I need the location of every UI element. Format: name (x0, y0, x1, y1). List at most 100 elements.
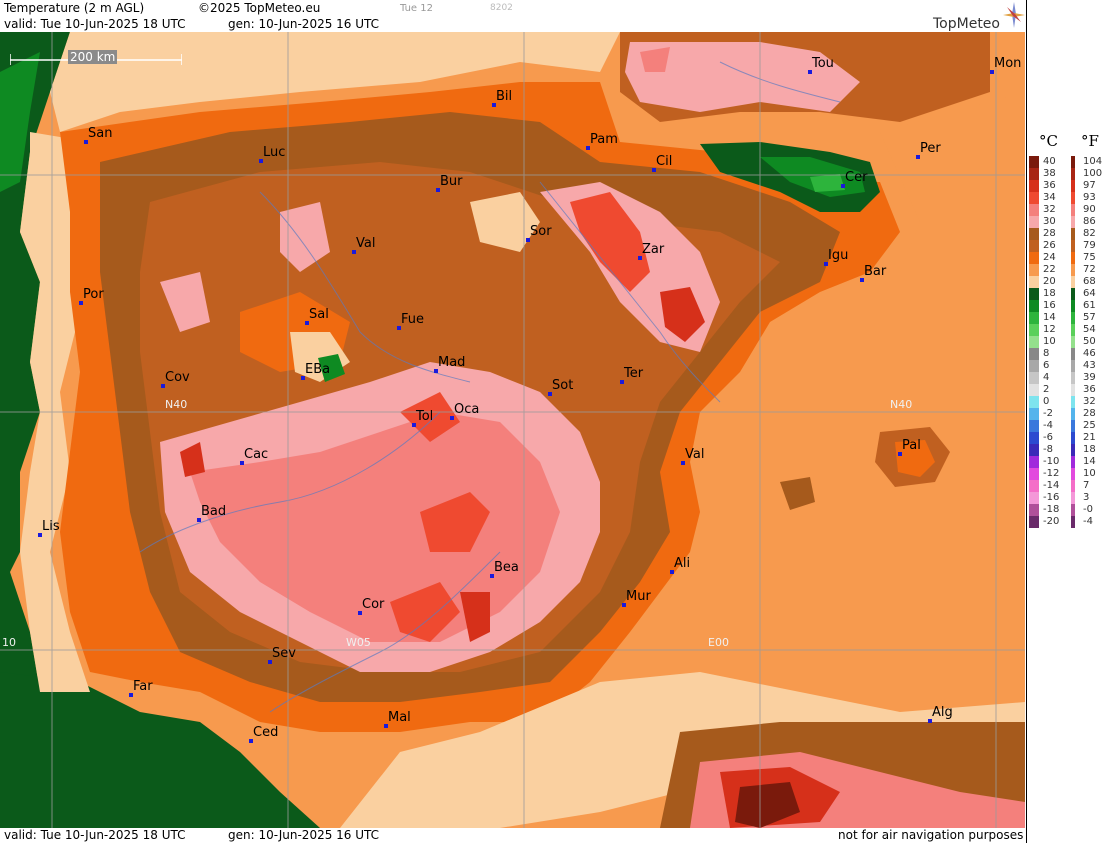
city-label[interactable]: Cov (165, 370, 190, 385)
legend-row: -14 7 (1027, 480, 1117, 492)
legend-swatch-fahrenheit (1071, 288, 1075, 300)
legend-swatch-fahrenheit (1071, 156, 1075, 168)
legend-swatch-fahrenheit (1071, 492, 1075, 504)
legend-row: 18 64 (1027, 288, 1117, 300)
legend-value-celsius: 32 (1043, 204, 1056, 215)
legend-value-celsius: -20 (1043, 516, 1060, 527)
legend-value-fahrenheit: 90 (1083, 204, 1096, 215)
legend-row: -6 21 (1027, 432, 1117, 444)
legend-value-fahrenheit: 7 (1083, 480, 1090, 491)
legend-swatch-celsius (1029, 336, 1039, 348)
legend-swatch-fahrenheit (1071, 192, 1075, 204)
legend-swatch-fahrenheit (1071, 312, 1075, 324)
city-label[interactable]: Cac (244, 447, 268, 462)
legend-row: 30 86 (1027, 216, 1117, 228)
legend-swatch-fahrenheit (1071, 228, 1075, 240)
legend-value-fahrenheit: 100 (1083, 168, 1103, 179)
city-label[interactable]: Bur (440, 174, 463, 189)
city-label[interactable]: Mur (626, 589, 651, 604)
legend-value-celsius: 14 (1043, 312, 1056, 323)
city-label[interactable]: Oca (454, 402, 479, 417)
city-label[interactable]: Bil (496, 89, 512, 104)
legend-row: -16 3 (1027, 492, 1117, 504)
forecast-tab[interactable]: Tue 12 (400, 3, 433, 14)
city-label[interactable]: Mad (438, 355, 465, 370)
city-label[interactable]: Alg (932, 705, 953, 720)
legend-swatch-fahrenheit (1071, 336, 1075, 348)
legend-value-celsius: 6 (1043, 360, 1050, 371)
temperature-map[interactable]: 200 km N40 N40 W05 E00 10 Bil Tou Mon San Lu… (0, 32, 1025, 828)
legend-value-celsius: -2 (1043, 408, 1053, 419)
legend-value-celsius: 36 (1043, 180, 1056, 191)
legend-row: -2 28 (1027, 408, 1117, 420)
city-label[interactable]: Fue (401, 312, 424, 327)
temperature-field (0, 32, 1025, 828)
city-label[interactable]: Ali (674, 556, 690, 571)
legend-swatch-celsius (1029, 384, 1039, 396)
legend-value-fahrenheit: 10 (1083, 468, 1096, 479)
city-label[interactable]: Bad (201, 504, 226, 519)
city-label[interactable]: Pal (902, 438, 921, 453)
legend-value-celsius: 12 (1043, 324, 1056, 335)
city-label[interactable]: Sor (530, 224, 552, 239)
legend-swatch-fahrenheit (1071, 384, 1075, 396)
legend-value-fahrenheit: 28 (1083, 408, 1096, 419)
legend-value-celsius: -4 (1043, 420, 1053, 431)
city-label[interactable]: Ced (253, 725, 278, 740)
legend-row: 24 75 (1027, 252, 1117, 264)
city-label[interactable]: Sev (272, 646, 296, 661)
city-label[interactable]: Val (685, 447, 704, 462)
city-label[interactable]: San (88, 126, 112, 141)
city-label[interactable]: Bea (494, 560, 519, 575)
city-label[interactable]: Igu (828, 248, 848, 263)
temperature-legend: °C °F 40 104 38 100 36 97 34 93 32 90 30 86 28 82 26 79… (1026, 0, 1117, 843)
city-label[interactable]: Cil (656, 154, 672, 169)
legend-row: -12 10 (1027, 468, 1117, 480)
legend-value-celsius: 20 (1043, 276, 1056, 287)
city-label[interactable]: Luc (263, 145, 285, 160)
scale-bar: 200 km (10, 50, 182, 66)
legend-value-fahrenheit: 18 (1083, 444, 1096, 455)
city-label[interactable]: Ter (624, 366, 643, 381)
legend-row: 16 61 (1027, 300, 1117, 312)
city-label[interactable]: Pam (590, 132, 618, 147)
legend-value-fahrenheit: 50 (1083, 336, 1096, 347)
city-label[interactable]: Tou (812, 56, 834, 71)
grid-label-w05: W05 (346, 636, 371, 649)
city-label[interactable]: Val (356, 236, 375, 251)
city-label[interactable]: Sal (309, 307, 329, 322)
grid-label-w10: 10 (2, 636, 16, 649)
city-label[interactable]: Por (83, 287, 104, 302)
legend-swatch-fahrenheit (1071, 408, 1075, 420)
legend-unit-fahrenheit: °F (1081, 132, 1099, 150)
city-label[interactable]: Cer (845, 170, 867, 185)
legend-swatch-celsius (1029, 444, 1039, 456)
city-label[interactable]: Zar (642, 242, 664, 257)
valid-time: valid: Tue 10-Jun-2025 18 UTC (4, 17, 186, 31)
legend-value-fahrenheit: -0 (1083, 504, 1093, 515)
legend-value-fahrenheit: 14 (1083, 456, 1096, 467)
city-label[interactable]: Lis (42, 519, 60, 534)
legend-swatch-celsius (1029, 420, 1039, 432)
legend-swatch-celsius (1029, 264, 1039, 276)
legend-row: 2 36 (1027, 384, 1117, 396)
city-label[interactable]: Cor (362, 597, 384, 612)
city-label[interactable]: EBa (305, 362, 330, 377)
city-label[interactable]: Mal (388, 710, 411, 725)
legend-swatch-celsius (1029, 288, 1039, 300)
city-label[interactable]: Per (920, 141, 941, 156)
legend-value-celsius: 0 (1043, 396, 1050, 407)
city-label[interactable]: Far (133, 679, 153, 694)
legend-row: -8 18 (1027, 444, 1117, 456)
legend-swatch-fahrenheit (1071, 456, 1075, 468)
legend-value-celsius: 38 (1043, 168, 1056, 179)
topmeteo-logo[interactable]: TopMeteo (933, 2, 1025, 32)
city-label[interactable]: Bar (864, 264, 886, 279)
legend-value-fahrenheit: 97 (1083, 180, 1096, 191)
city-label[interactable]: Mon (994, 56, 1021, 71)
legend-swatch-fahrenheit (1071, 204, 1075, 216)
legend-swatch-celsius (1029, 240, 1039, 252)
city-label[interactable]: Tol (416, 409, 433, 424)
city-label[interactable]: Sot (552, 378, 573, 393)
legend-swatch-celsius (1029, 432, 1039, 444)
